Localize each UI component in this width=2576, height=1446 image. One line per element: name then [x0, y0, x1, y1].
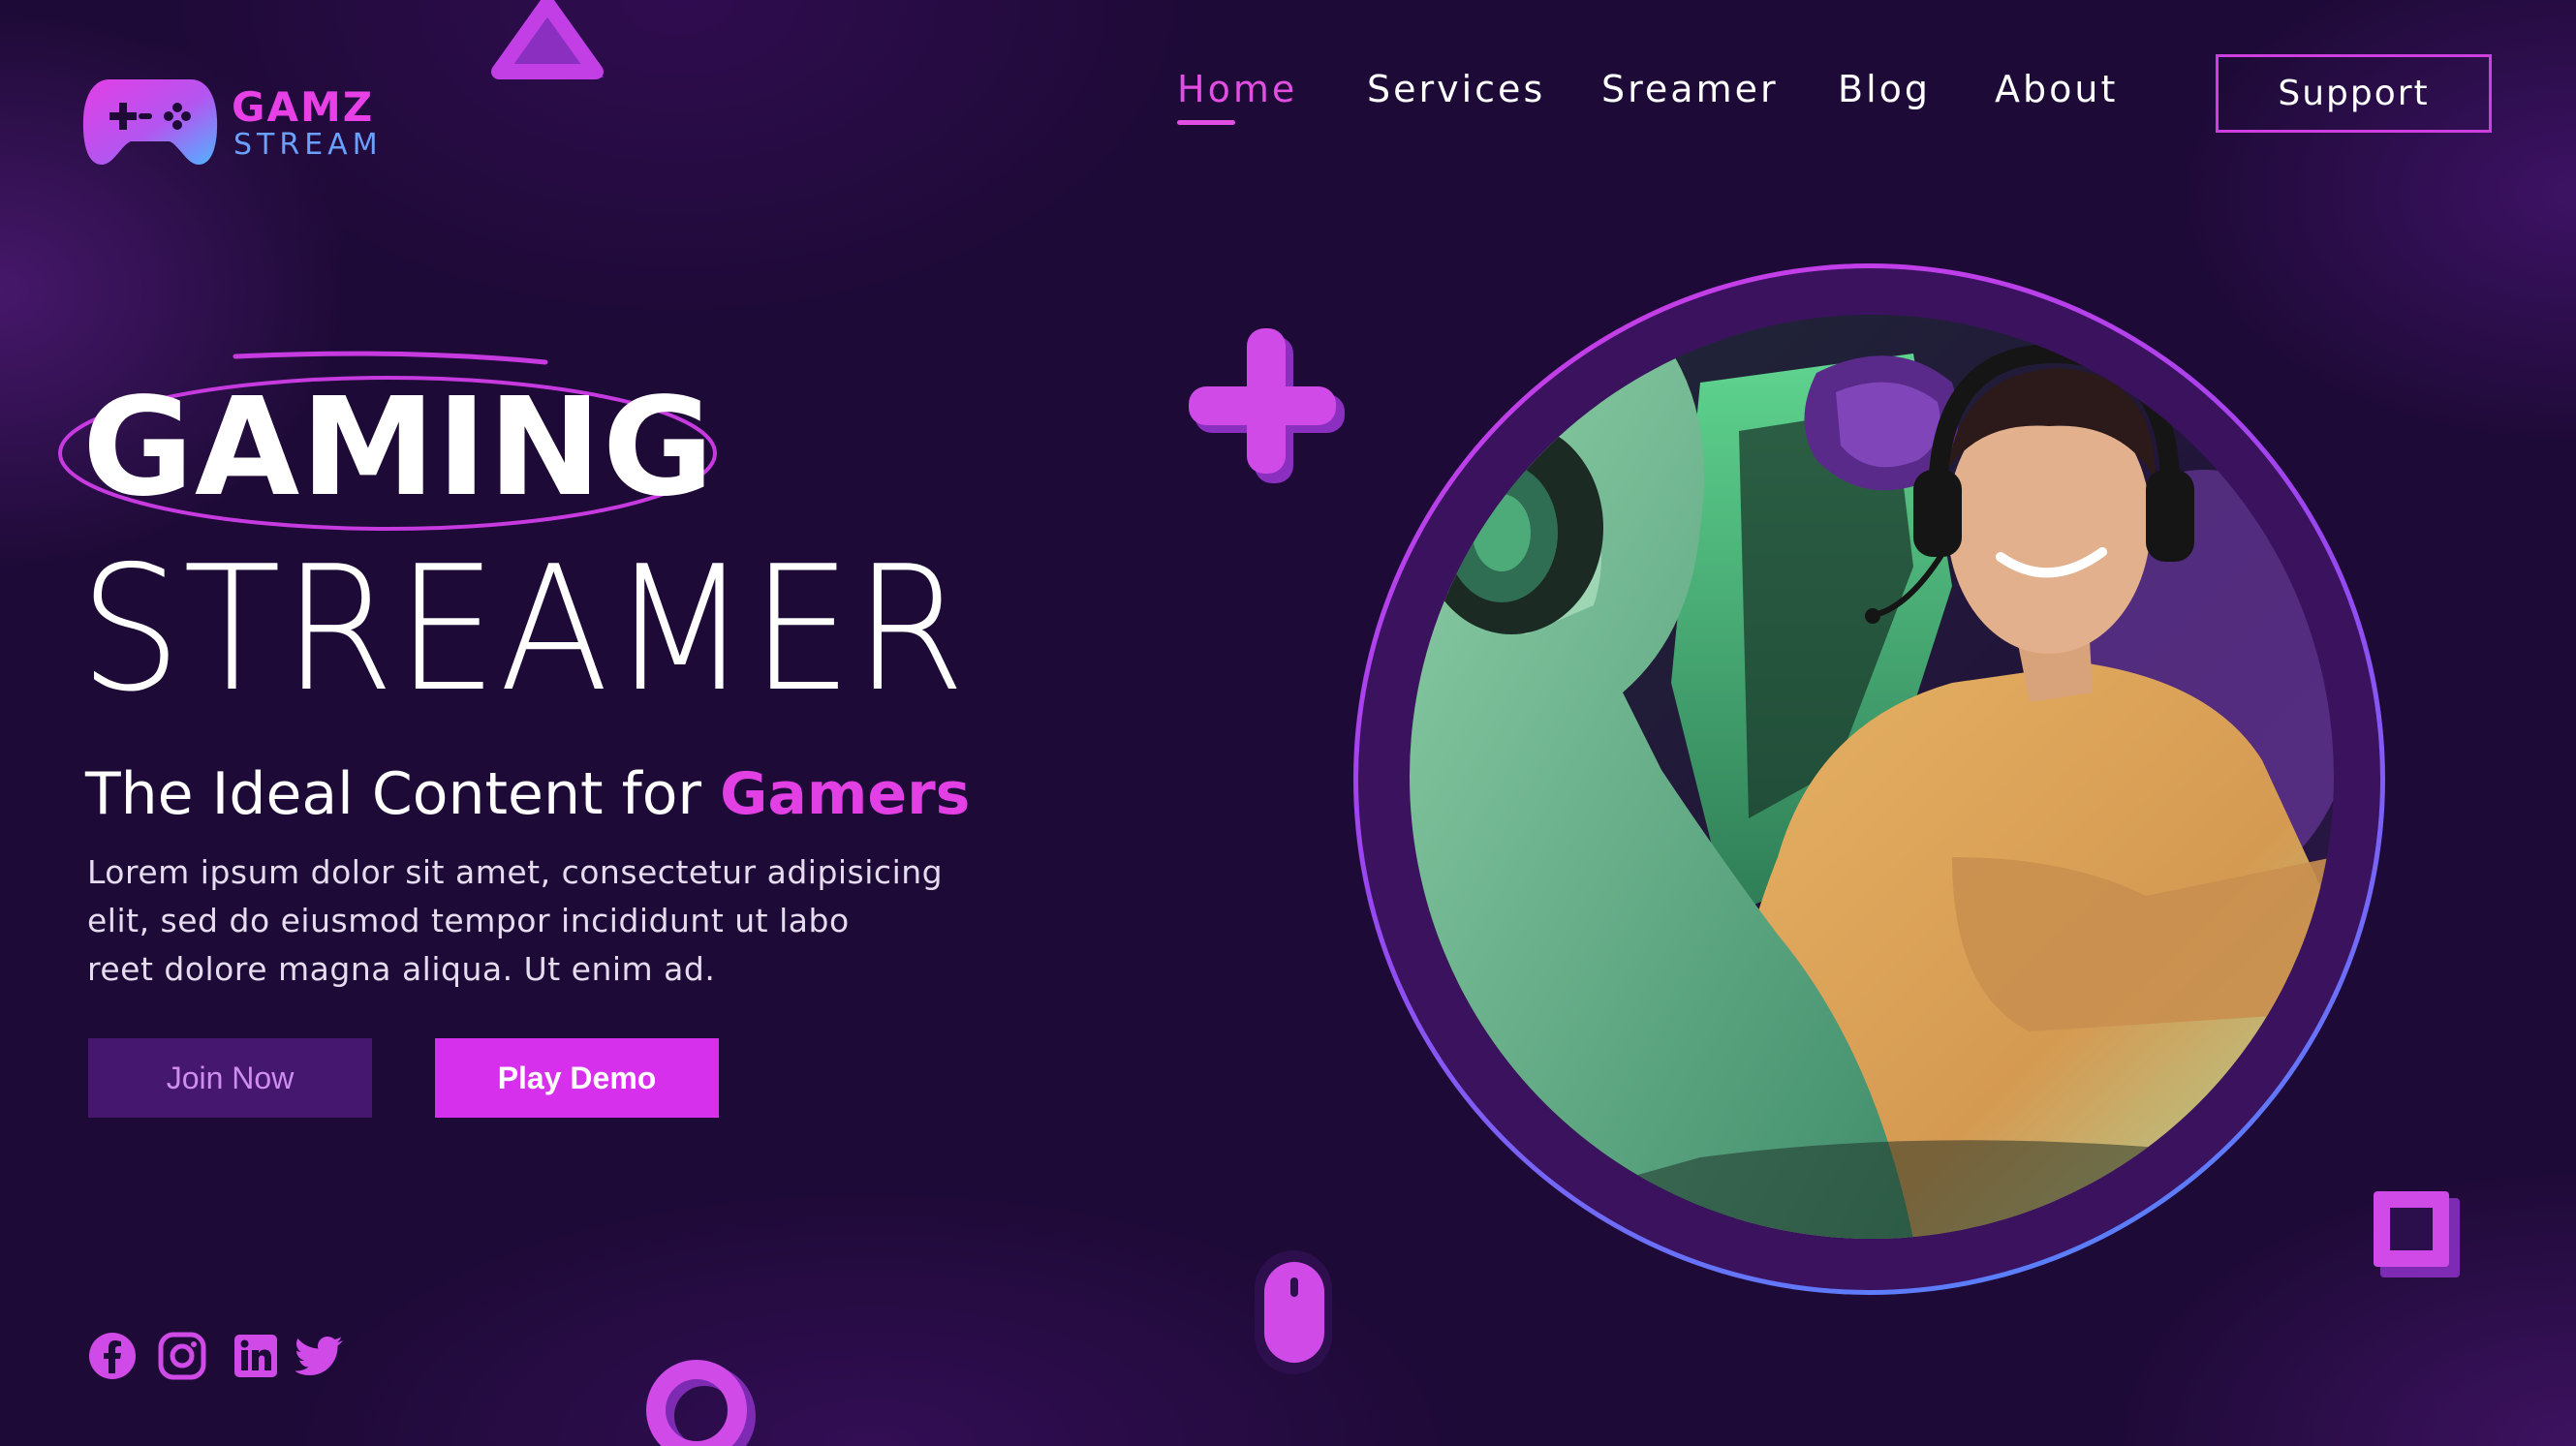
- hero-subtitle: The Ideal Content for Gamers: [85, 760, 970, 828]
- hero-photo: [1410, 315, 2334, 1239]
- square-icon: [2374, 1191, 2460, 1277]
- brand-subtitle: STREAM: [233, 128, 383, 162]
- play-demo-button[interactable]: Play Demo: [435, 1038, 719, 1118]
- nav-blog[interactable]: Blog: [1838, 68, 1931, 110]
- join-now-button[interactable]: Join Now: [88, 1038, 372, 1118]
- plus-icon: [1189, 328, 1345, 483]
- nav-active-indicator: [1177, 120, 1235, 125]
- hero-description-line: reet dolore magna aliqua. Ut enim ad.: [87, 950, 716, 988]
- nav-streamer[interactable]: Sreamer: [1601, 68, 1779, 110]
- brand-title: GAMZ: [232, 83, 375, 131]
- hero-description: Lorem ipsum dolor sit amet, consectetur …: [87, 848, 959, 994]
- circle-icon: [646, 1360, 756, 1446]
- facebook-icon[interactable]: [87, 1331, 138, 1381]
- instagram-icon[interactable]: [157, 1331, 207, 1381]
- gamepad-icon: [82, 79, 218, 165]
- hero-subtitle-accent: Gamers: [720, 760, 971, 828]
- landing-page: GAMZ STREAM Home Services Sreamer Blog A…: [0, 0, 2576, 1446]
- nav-home[interactable]: Home: [1177, 68, 1297, 110]
- twitter-icon[interactable]: [295, 1331, 346, 1381]
- triangle-icon: [491, 0, 604, 79]
- brand-logo[interactable]: GAMZ STREAM: [82, 76, 378, 172]
- hero-title-streamer: STREAMER: [79, 529, 968, 729]
- hero-description-line: Lorem ipsum dolor sit amet, consectetur …: [87, 853, 944, 891]
- linkedin-icon[interactable]: [231, 1331, 281, 1381]
- mouse-icon: [1255, 1250, 1332, 1374]
- support-button[interactable]: Support: [2216, 54, 2492, 133]
- hero-description-line: elit, sed do eiusmod tempor incididunt u…: [87, 902, 850, 939]
- nav-about[interactable]: About: [1995, 68, 2118, 110]
- gamers-illustration: [1410, 315, 2334, 1239]
- hero-subtitle-text: The Ideal Content for: [85, 760, 721, 828]
- nav-services[interactable]: Services: [1367, 68, 1545, 110]
- hero-title-gaming: GAMING: [82, 369, 715, 527]
